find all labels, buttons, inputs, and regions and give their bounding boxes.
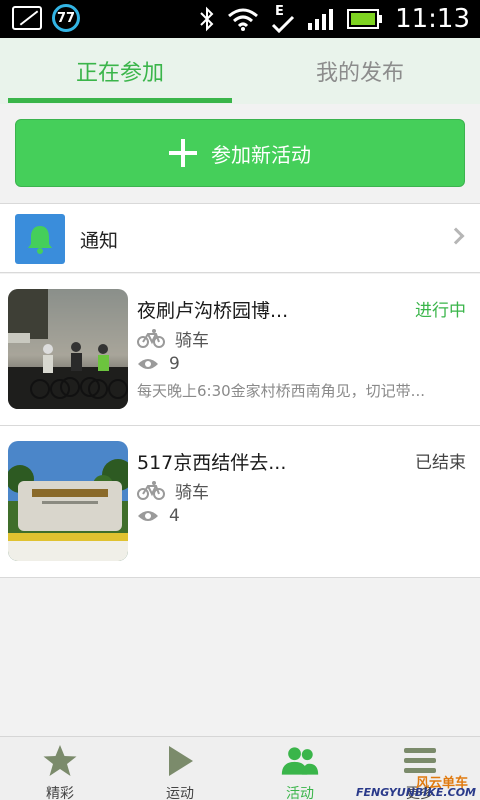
bell-icon [15, 214, 65, 264]
plus-icon [169, 139, 197, 167]
nav-item-highlights[interactable]: 精彩 [0, 737, 120, 800]
activity-status: 进行中 [415, 301, 466, 321]
notification-icon [12, 6, 42, 30]
status-bar: 77 E 11:13 [0, 0, 480, 38]
notification-count-badge: 77 [52, 4, 80, 32]
activity-views-count: 4 [169, 506, 180, 526]
nav-item-activities[interactable]: 活动 [240, 737, 360, 800]
activity-thumbnail [8, 441, 128, 561]
activity-title: 517京西结伴去... [137, 452, 287, 474]
wifi-icon [227, 7, 259, 31]
tab-participating[interactable]: 正在参加 [0, 38, 240, 104]
notice-row[interactable]: 通知 [0, 203, 480, 273]
activity-type-label: 骑车 [175, 483, 209, 503]
nav-label: 精彩 [46, 786, 74, 800]
watermark-logo: 风云单车 FENGYUNBIKE.COM [356, 770, 480, 800]
eye-icon [138, 359, 158, 369]
join-new-activity-button[interactable]: 参加新活动 [15, 119, 465, 187]
bluetooth-icon [199, 6, 215, 32]
eye-icon [138, 511, 158, 521]
watermark-text: FENGYUNBIKE.COM [356, 786, 476, 799]
activity-views-count: 9 [169, 354, 180, 374]
nav-label: 活动 [286, 786, 314, 800]
play-icon [160, 743, 200, 779]
battery-icon [347, 8, 383, 30]
tab-bar: 正在参加 我的发布 [0, 38, 480, 104]
activity-thumbnail [8, 289, 128, 409]
bicycle-icon [137, 480, 165, 500]
activity-list-item[interactable]: 517京西结伴去... 已结束 骑车 4 [0, 426, 480, 578]
network-type-label: E [275, 4, 284, 19]
activity-type: 骑车 [137, 478, 209, 503]
nav-item-sport[interactable]: 运动 [120, 737, 240, 800]
notice-label: 通知 [80, 230, 119, 252]
people-icon [280, 743, 320, 779]
activity-views: 9 [137, 354, 180, 374]
activity-type: 骑车 [137, 326, 209, 351]
signal-icon [307, 7, 335, 31]
activity-title: 夜刷卢沟桥园博... [137, 300, 289, 322]
nav-label: 运动 [166, 786, 194, 800]
star-icon [40, 743, 80, 779]
activity-status: 已结束 [415, 453, 466, 473]
status-clock: 11:13 [395, 4, 470, 34]
chevron-right-icon [447, 227, 465, 245]
join-button-label: 参加新活动 [211, 142, 311, 167]
activity-type-label: 骑车 [175, 331, 209, 351]
tab-my-posts[interactable]: 我的发布 [240, 38, 480, 104]
activity-views: 4 [137, 506, 180, 526]
activity-list-item[interactable]: 夜刷卢沟桥园博... 进行中 骑车 9 每天晚上6:30金家村桥西南角见，切记带… [0, 274, 480, 426]
network-type-icon: E [271, 3, 295, 35]
tab-indicator [8, 98, 232, 103]
activity-description: 每天晚上6:30金家村桥西南角见，切记带... [137, 382, 425, 400]
bicycle-icon [137, 328, 165, 348]
